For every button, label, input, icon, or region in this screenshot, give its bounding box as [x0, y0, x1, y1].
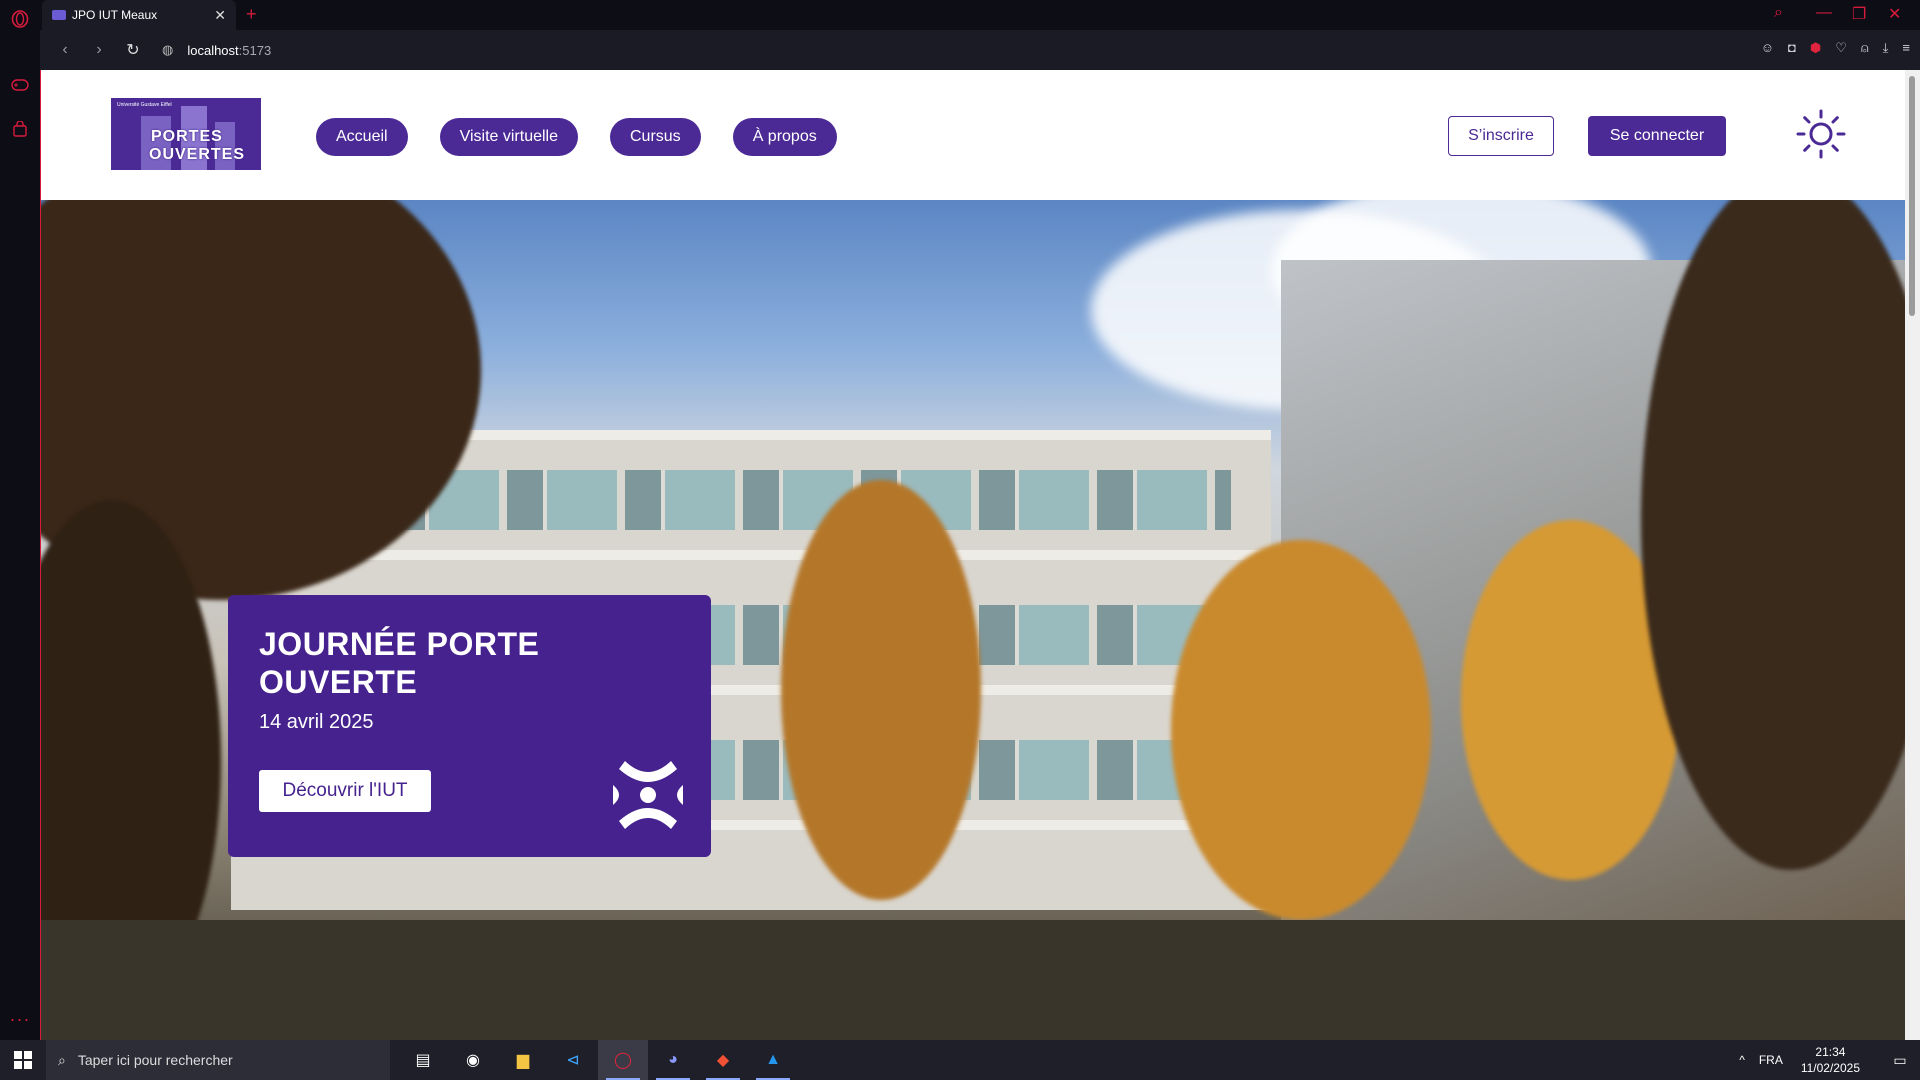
address-bar: ‹ › ↻ ◍ localhost:5173 ☺ ◘ ⬢ ♡ ⍝ ⤓ ≡ [40, 30, 1920, 70]
taskbar-apps: ▤ ◉ ▆ ⊲ ◯ ◕ ◆ ▲ [398, 1040, 798, 1080]
download-icon[interactable]: ⤓ [1883, 40, 1889, 56]
url-host: localhost [187, 42, 239, 58]
opera-logo-icon[interactable] [9, 8, 31, 30]
url-field[interactable]: ◍ localhost:5173 [162, 42, 271, 58]
page-viewport: Université Gustave Eiffel PORTES OUVERTE… [40, 70, 1905, 1040]
tab-title: JPO IUT Meaux [72, 8, 158, 22]
nav-accueil[interactable]: Accueil [316, 118, 408, 156]
menu-icon[interactable]: ≡ [1902, 40, 1910, 56]
clock-date: 11/02/2025 [1800, 1061, 1860, 1075]
chevron-up-icon[interactable]: ^ [1739, 1053, 1745, 1067]
opera-icon[interactable]: ◯ [598, 1040, 648, 1080]
gamepad-icon[interactable] [9, 74, 31, 96]
git-icon[interactable]: ◆ [698, 1040, 748, 1080]
windows-taskbar: ⌕ Taper ici pour rechercher ▤ ◉ ▆ ⊲ ◯ ◕ … [0, 1040, 1920, 1080]
university-emblem-icon [611, 755, 686, 835]
browser-tab[interactable]: JPO IUT Meaux ✕ [42, 0, 236, 30]
login-button[interactable]: Se connecter [1588, 116, 1726, 156]
nav-cursus[interactable]: Cursus [610, 118, 701, 156]
site-logo[interactable]: Université Gustave Eiffel PORTES OUVERTE… [111, 98, 261, 170]
signup-button[interactable]: S’inscrire [1448, 116, 1554, 156]
url-port: :5173 [238, 42, 272, 58]
emoji-icon[interactable]: ☺ [1761, 40, 1774, 56]
hero-card: JOURNÉE PORTE OUVERTE 14 avril 2025 Déco… [228, 595, 711, 857]
forward-icon[interactable]: › [90, 41, 108, 59]
close-tab-icon[interactable]: ✕ [214, 7, 226, 24]
hero-title: JOURNÉE PORTE OUVERTE [259, 626, 540, 700]
taskbar-clock[interactable]: 21:34 11/02/2025 [1801, 1044, 1860, 1076]
logo-line2: OUVERTES [149, 146, 246, 163]
reload-icon[interactable]: ↻ [124, 40, 142, 60]
site-header: Université Gustave Eiffel PORTES OUVERTE… [41, 70, 1905, 200]
taskbar-search-input[interactable]: ⌕ Taper ici pour rechercher [46, 1040, 390, 1080]
system-tray: ^ FRA 21:34 11/02/2025 ▭ [1739, 1040, 1920, 1080]
windows-start-icon[interactable] [0, 1040, 46, 1080]
search-icon: ⌕ [58, 1051, 66, 1068]
vscode-icon[interactable]: ⊲ [548, 1040, 598, 1080]
profile-icon[interactable]: ⍝ [1861, 40, 1869, 56]
tab-bar: JPO IUT Meaux ✕ + ⌕ — ❐ ✕ [40, 0, 1920, 30]
logo-line1: PORTES [151, 128, 223, 145]
hero-banner: JOURNÉE PORTE OUVERTE 14 avril 2025 Déco… [41, 200, 1905, 1040]
sun-icon[interactable] [1795, 108, 1847, 160]
new-tab-button[interactable]: + [246, 4, 257, 25]
site-info-icon[interactable]: ◍ [162, 42, 173, 58]
browser-toolbar: ☺ ◘ ⬢ ♡ ⍝ ⤓ ≡ [1761, 40, 1910, 56]
language-indicator[interactable]: FRA [1759, 1053, 1783, 1067]
discord-icon[interactable]: ◕ [648, 1040, 698, 1080]
nav-visite-virtuelle[interactable]: Visite virtuelle [439, 118, 578, 156]
docker-icon[interactable]: ▲ [748, 1040, 798, 1080]
search-tabs-icon[interactable]: ⌕ [1774, 4, 1783, 22]
browser-sidebar: ··· [0, 0, 40, 1040]
file-explorer-icon[interactable]: ▆ [498, 1040, 548, 1080]
notification-icon[interactable]: ▭ [1880, 1052, 1920, 1069]
clock-time: 21:34 [1815, 1045, 1846, 1059]
adblock-shield-icon[interactable]: ⬢ [1810, 40, 1821, 56]
task-view-icon[interactable]: ▤ [398, 1040, 448, 1080]
close-window-button[interactable]: ✕ [1888, 4, 1901, 24]
back-icon[interactable]: ‹ [56, 41, 74, 59]
page-scrollbar[interactable] [1905, 70, 1920, 1040]
favicon-icon [52, 10, 66, 20]
restore-button[interactable]: ❐ [1852, 4, 1866, 24]
camera-icon[interactable]: ◘ [1788, 40, 1796, 56]
more-icon[interactable]: ··· [9, 1008, 31, 1030]
main-nav: Accueil Visite virtuelle Cursus À propos [316, 118, 837, 156]
minimize-button[interactable]: — [1816, 4, 1832, 22]
logo-university: Université Gustave Eiffel [117, 102, 172, 108]
hero-date: 14 avril 2025 [259, 711, 374, 733]
nav-a-propos[interactable]: À propos [732, 118, 837, 156]
discover-iut-button[interactable]: Découvrir l'IUT [259, 770, 431, 812]
taskbar-search-placeholder: Taper ici pour rechercher [77, 1052, 233, 1068]
steam-icon[interactable]: ◉ [448, 1040, 498, 1080]
heart-icon[interactable]: ♡ [1835, 40, 1847, 56]
shopping-bag-icon[interactable] [9, 118, 31, 140]
